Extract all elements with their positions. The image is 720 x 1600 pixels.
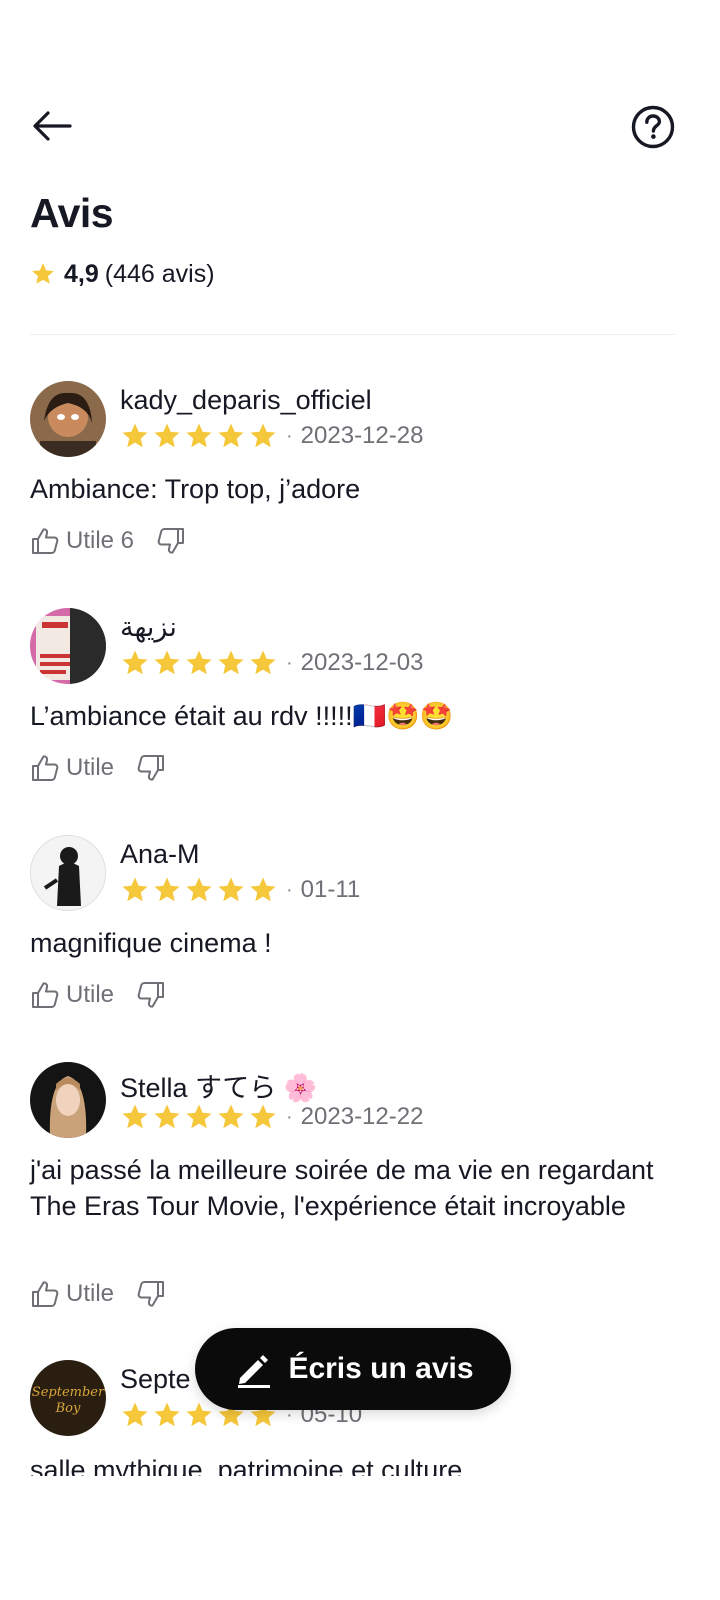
- rating-score: 4,9: [64, 259, 99, 288]
- separator-dot: ·: [286, 651, 293, 674]
- star-icon: [122, 877, 148, 902]
- star-icon: [186, 1402, 212, 1427]
- review-actions: Utile: [30, 1277, 166, 1311]
- useful-button[interactable]: Utile: [66, 981, 114, 1009]
- review-date: 2023-12-28: [300, 422, 424, 449]
- star-rating: [120, 648, 280, 678]
- review-text: L’ambiance était au rdv !!!!!🇫🇷🤩🤩: [30, 701, 454, 731]
- avatar[interactable]: [30, 608, 106, 684]
- thumb-down-icon[interactable]: [156, 526, 186, 556]
- thumb-up-icon[interactable]: [30, 980, 60, 1010]
- back-button[interactable]: [28, 106, 76, 146]
- review-item: Ana-M · 01-11 magnifique cinema ! Utile: [30, 835, 690, 1015]
- star-icon: [250, 877, 276, 902]
- star-icon: [122, 423, 148, 448]
- useful-button[interactable]: Utile 6: [66, 527, 134, 555]
- svg-text:September: September: [32, 1385, 105, 1400]
- star-icon: [154, 877, 180, 902]
- star-icon: [122, 1402, 148, 1427]
- review-username[interactable]: kady_deparis_officiel: [120, 385, 372, 416]
- review-text: Ambiance: Trop top, j’adore: [30, 474, 361, 504]
- separator-dot: ·: [286, 424, 293, 447]
- review-count: (446 avis): [104, 259, 215, 288]
- review-username[interactable]: نزيهة: [120, 612, 177, 643]
- star-icon: [250, 650, 276, 675]
- thumb-up-icon[interactable]: [30, 526, 60, 556]
- review-item: kady_deparis_officiel · 2023-12-28 Ambia…: [30, 381, 690, 561]
- review-meta: · 2023-12-22: [120, 1102, 423, 1132]
- review-date: 2023-12-03: [300, 649, 424, 676]
- review-item: Stella すてら 🌸 · 2023-12-22 j'ai passé la …: [30, 1062, 690, 1312]
- star-icon: [154, 423, 180, 448]
- star-icon: [218, 423, 244, 448]
- star-icon: [32, 263, 54, 284]
- top-bar: [0, 96, 720, 156]
- star-icon: [186, 877, 212, 902]
- avatar[interactable]: September Boy: [30, 1360, 106, 1436]
- back-arrow-icon: [33, 111, 72, 141]
- review-username[interactable]: Ana-M: [120, 839, 200, 870]
- star-icon: [154, 1402, 180, 1427]
- star-icon: [154, 650, 180, 675]
- star-icon: [154, 1104, 180, 1129]
- review-text: magnifique cinema !: [30, 928, 272, 958]
- help-icon: [631, 105, 675, 149]
- review-actions: Utile: [30, 978, 166, 1012]
- thumb-down-icon[interactable]: [136, 980, 166, 1010]
- thumb-up-icon[interactable]: [30, 1279, 60, 1309]
- review-meta: · 2023-12-03: [120, 648, 423, 678]
- star-rating: [120, 1102, 280, 1132]
- pencil-icon: [238, 1355, 271, 1388]
- thumb-down-icon[interactable]: [136, 1279, 166, 1309]
- star-icon: [218, 650, 244, 675]
- review-text: j'ai passé la meilleure soirée de ma vie…: [30, 1155, 654, 1221]
- review-item: نزيهة · 2023-12-03 L’ambiance était au r…: [30, 608, 690, 788]
- svg-text:Boy: Boy: [55, 1401, 81, 1416]
- star-icon: [218, 877, 244, 902]
- star-icon: [186, 650, 212, 675]
- star-icon: [186, 423, 212, 448]
- review-actions: Utile 6: [30, 524, 186, 558]
- review-actions: Utile: [30, 751, 166, 785]
- separator-dot: ·: [286, 878, 293, 901]
- star-icon: [122, 1104, 148, 1129]
- thumb-down-icon[interactable]: [136, 753, 166, 783]
- review-meta: · 2023-12-28: [120, 421, 423, 451]
- avatar[interactable]: [30, 1062, 106, 1138]
- star-icon: [122, 650, 148, 675]
- avatar[interactable]: [30, 381, 106, 457]
- useful-button[interactable]: Utile: [66, 754, 114, 782]
- star-icon: [250, 423, 276, 448]
- star-icon: [218, 1104, 244, 1129]
- review-username[interactable]: Septe: [120, 1364, 191, 1395]
- write-review-label: Écris un avis: [288, 1352, 474, 1385]
- review-username[interactable]: Stella すてら 🌸: [120, 1066, 317, 1105]
- review-date: 2023-12-22: [300, 1103, 424, 1130]
- star-icon: [186, 1104, 212, 1129]
- thumb-up-icon[interactable]: [30, 753, 60, 783]
- write-review-button[interactable]: Écris un avis: [195, 1328, 511, 1410]
- divider: [30, 334, 676, 335]
- useful-button[interactable]: Utile: [66, 1280, 114, 1308]
- star-icon: [250, 1104, 276, 1129]
- review-text: salle mythique, patrimoine et culture: [30, 1455, 463, 1476]
- star-rating: [120, 875, 280, 905]
- rating-summary: 4,9 (446 avis): [30, 258, 215, 290]
- page-title: Avis: [30, 190, 114, 236]
- help-button[interactable]: [630, 104, 676, 150]
- avatar[interactable]: [30, 835, 106, 911]
- separator-dot: ·: [286, 1105, 293, 1128]
- review-meta: · 01-11: [120, 875, 360, 905]
- review-date: 01-11: [300, 876, 361, 903]
- star-rating: [120, 421, 280, 451]
